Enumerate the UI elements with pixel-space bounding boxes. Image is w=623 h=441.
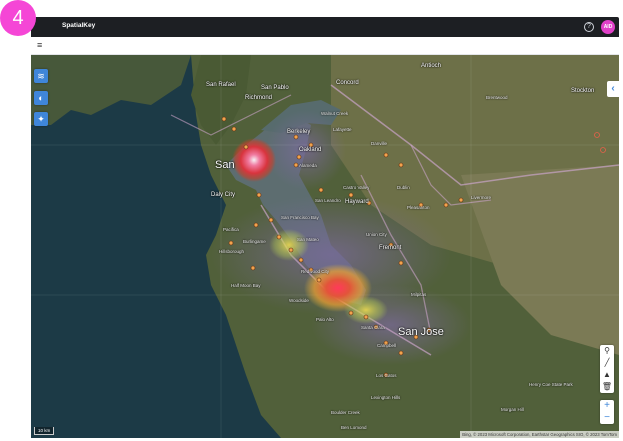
map-label: Richmond	[245, 95, 273, 101]
map-label: Castro Valley	[343, 185, 370, 190]
map-attribution: Bing, © 2023 Microsoft Corporation, Eart…	[460, 431, 619, 438]
map-label: Milpitas	[411, 292, 427, 297]
map-label: Stockton	[571, 88, 595, 94]
map-label: Lafayette	[333, 127, 352, 132]
step-number-badge: 4	[0, 0, 36, 36]
delete-tool-icon[interactable]: 🗑	[600, 381, 614, 393]
map-label: Daly City	[211, 192, 236, 198]
map-label: San Rafael	[206, 82, 236, 88]
map-label: Oakland	[299, 147, 322, 153]
map-label: Ben Lomond	[341, 425, 367, 430]
map-label: San	[215, 159, 235, 171]
top-bar: SpatialKey ? AID	[31, 17, 619, 37]
map-label: Woodside	[289, 298, 309, 303]
scale-bar: 10 km	[34, 427, 55, 435]
map-label: Half Moon Bay	[231, 283, 261, 288]
map-label: Burlingame	[243, 239, 266, 244]
user-avatar[interactable]: AID	[601, 20, 615, 34]
map-label: Palo Alto	[316, 317, 334, 322]
map-label: Antioch	[421, 63, 442, 69]
map-label: Brentwood	[486, 95, 508, 100]
locate-icon[interactable]: ✦	[34, 112, 48, 126]
zoom-control: + −	[600, 400, 614, 424]
map-label: Pacifica	[223, 227, 239, 232]
drawing-toolbar: ⚲ ╱ ▲ 🗑	[600, 345, 614, 393]
map-label: Alameda	[299, 163, 317, 168]
zoom-in-button[interactable]: +	[600, 400, 614, 412]
map-label: Fremont	[379, 245, 402, 251]
layers-icon[interactable]: ≋	[34, 69, 48, 83]
map-view[interactable]: San Daly City San Rafael San Pablo Richm…	[31, 55, 619, 438]
polygon-tool-icon[interactable]: ▲	[600, 369, 614, 381]
line-tool-icon[interactable]: ╱	[600, 357, 614, 369]
map-label: Hillsborough	[219, 249, 245, 254]
map-label: Lexington Hills	[371, 395, 401, 400]
map-label: Pleasanton	[407, 205, 430, 210]
panel-collapse-icon[interactable]: ‹	[607, 81, 619, 97]
hamburger-menu-icon[interactable]: ≡	[37, 40, 42, 50]
map-label: San Francisco Bay	[281, 215, 319, 220]
map-label: Campbell	[377, 343, 397, 348]
zoom-out-button[interactable]: −	[600, 412, 614, 424]
pin-tool-icon[interactable]: ⚲	[600, 345, 614, 357]
map-label: Danville	[371, 141, 388, 146]
app-root: SpatialKey ? AID ≡ San Daly City San Raf…	[0, 0, 623, 441]
map-label: Union City	[366, 232, 387, 237]
map-label: Los Gatos	[376, 373, 397, 378]
map-label: San Pablo	[261, 85, 289, 91]
map-label: Redwood City	[301, 269, 330, 274]
map-label: Dublin	[397, 185, 410, 190]
map-label: Hayward	[345, 199, 369, 205]
map-label: Morgan Hill	[501, 407, 524, 412]
map-label: Berkeley	[287, 129, 311, 135]
help-icon[interactable]: ?	[584, 22, 594, 32]
map-label: San Jose	[398, 326, 444, 338]
app-title: SpatialKey	[62, 22, 96, 29]
basemap-icon[interactable]: ◐	[34, 91, 48, 105]
map-label: San Mateo	[297, 237, 319, 242]
map-label: Santa Clara	[361, 325, 385, 330]
map-label: Boulder Creek	[331, 410, 360, 415]
map-label: Henry Coe State Park	[529, 382, 573, 387]
map-label: Concord	[336, 80, 359, 86]
map-label: San Leandro	[315, 198, 341, 203]
secondary-toolbar: ≡	[31, 37, 619, 55]
map-label: Walnut Creek	[321, 111, 349, 116]
map-label: Livermore	[471, 195, 492, 200]
